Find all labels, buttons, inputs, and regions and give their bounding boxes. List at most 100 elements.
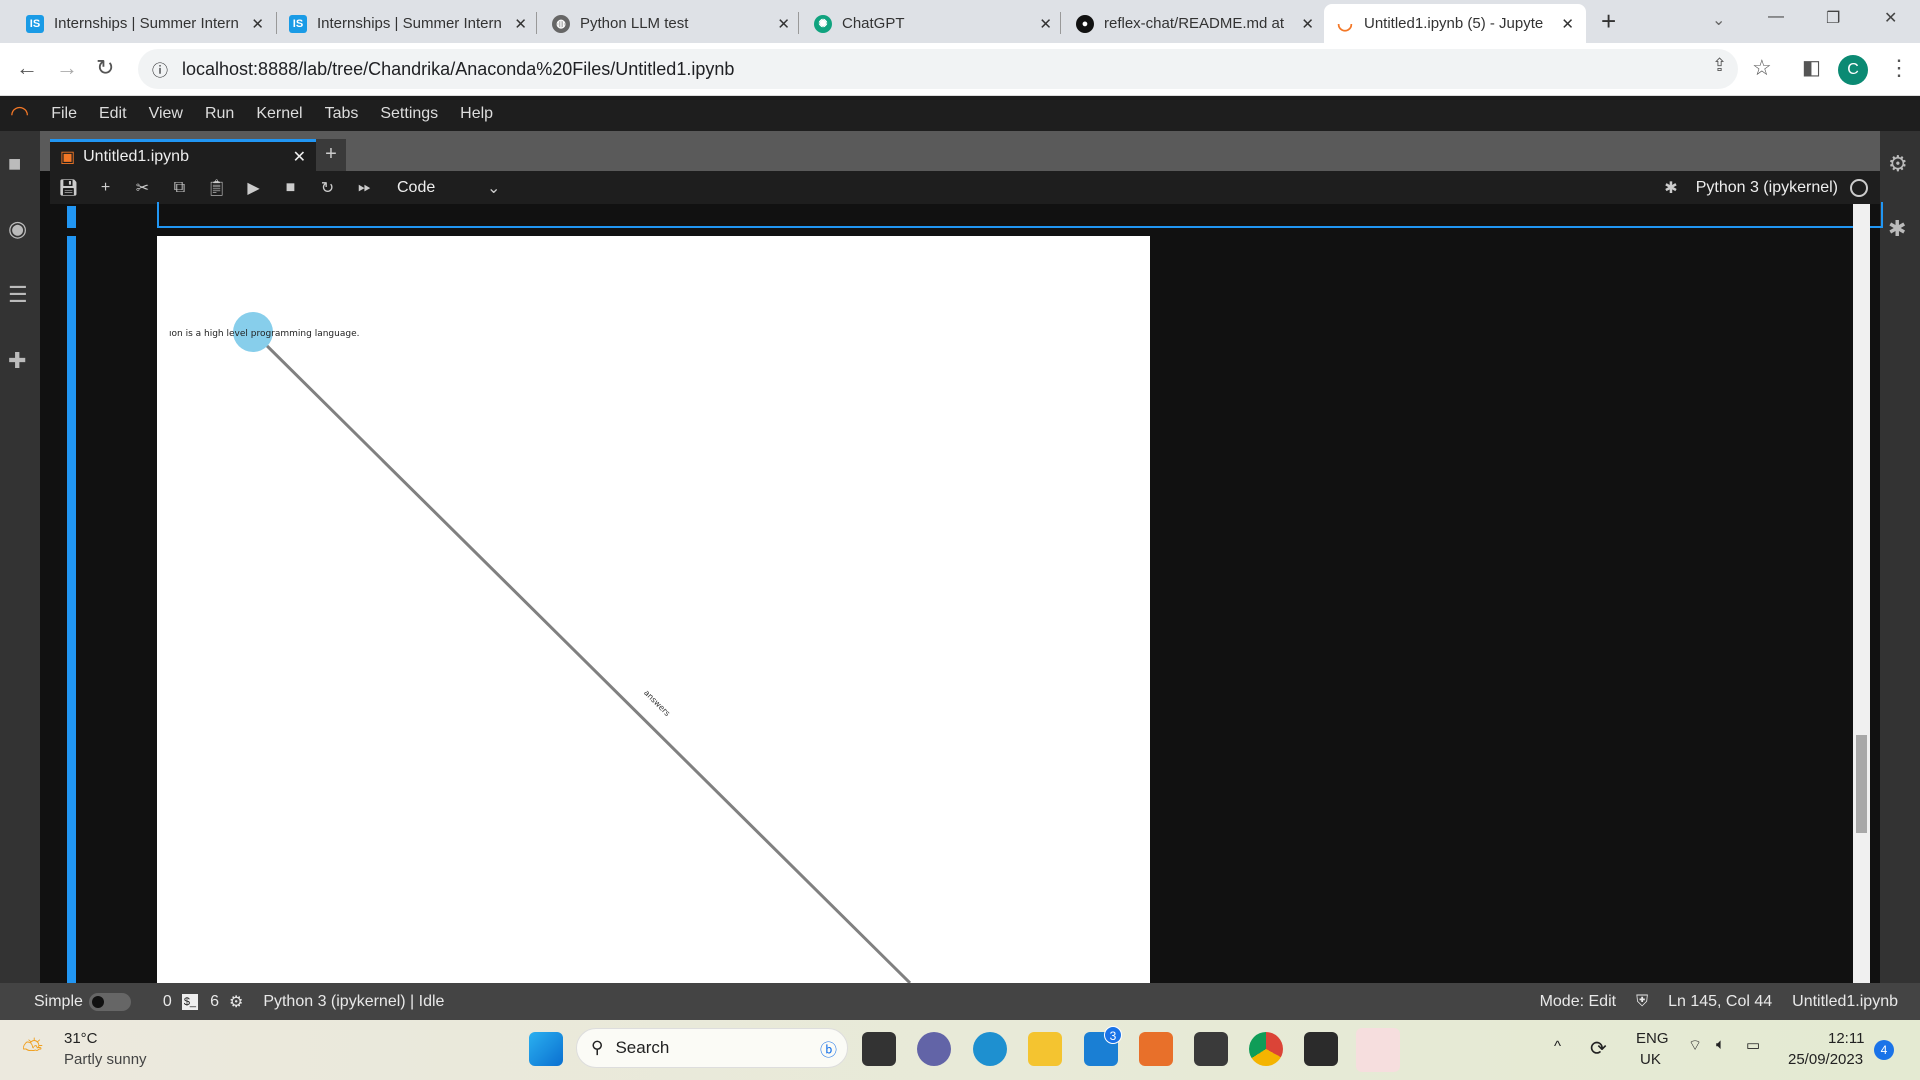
minimize-icon[interactable]: — xyxy=(1768,8,1784,26)
close-icon[interactable]: ✕ xyxy=(514,15,527,33)
cut-icon[interactable]: ✂ xyxy=(124,178,161,198)
sync-icon[interactable]: ⟳ xyxy=(1590,1036,1607,1061)
bookmark-star-icon[interactable]: ☆ xyxy=(1752,55,1772,81)
chevron-down-icon[interactable]: ⌄ xyxy=(487,178,500,198)
run-icon[interactable]: ▶ xyxy=(235,178,272,198)
close-icon[interactable]: ✕ xyxy=(251,15,264,33)
taskbar-search[interactable]: ⚲ Search ⓑ xyxy=(576,1028,848,1068)
battery-icon[interactable]: ▭ xyxy=(1746,1036,1760,1054)
simple-mode-label: Simple xyxy=(34,992,83,1010)
menu-file[interactable]: File xyxy=(51,105,77,123)
running-icon[interactable]: ◉ xyxy=(8,216,27,242)
property-inspector-icon[interactable]: ⚙ xyxy=(1888,151,1908,177)
menu-run[interactable]: Run xyxy=(205,105,234,123)
browser-tab-active[interactable]: ◡ Untitled1.ipynb (5) - Jupyte ✕ xyxy=(1324,4,1586,43)
new-launcher-button[interactable]: + xyxy=(316,139,346,171)
clock-time[interactable]: 12:11 xyxy=(1828,1030,1864,1047)
weather-icon[interactable]: ⛅︎ xyxy=(22,1034,43,1066)
scrollbar-thumb[interactable] xyxy=(1856,735,1867,833)
fast-forward-icon[interactable]: ⏩︎ xyxy=(346,179,383,197)
close-icon[interactable]: ✕ xyxy=(293,147,306,167)
restart-icon[interactable]: ↻ xyxy=(309,178,346,198)
browser-tab[interactable]: IS Internships | Summer Intern ✕ xyxy=(14,4,276,43)
tab-search-icon[interactable]: ⌄ xyxy=(1712,10,1725,30)
output-collapser[interactable] xyxy=(67,236,76,983)
menu-edit[interactable]: Edit xyxy=(99,105,127,123)
edge-icon[interactable] xyxy=(973,1032,1007,1066)
debugger-icon[interactable]: ✱ xyxy=(1888,216,1906,242)
kernel-name[interactable]: Python 3 (ipykernel) xyxy=(1696,179,1838,197)
terminal-count[interactable]: 0 xyxy=(163,993,172,1011)
notebook-tab[interactable]: ▣ Untitled1.ipynb ✕ xyxy=(50,139,316,171)
insert-cell-icon[interactable]: + xyxy=(87,179,124,197)
cell-type-select[interactable]: Code xyxy=(397,179,487,197)
reload-icon[interactable]: ↻ xyxy=(96,55,114,81)
chrome-icon[interactable] xyxy=(1249,1032,1283,1066)
language-top[interactable]: ENG xyxy=(1636,1030,1669,1047)
copy-icon[interactable]: ⧉ xyxy=(161,179,198,197)
notebook-panel: answers ıon is a high level programming … xyxy=(50,202,1883,983)
bing-icon[interactable]: ⓑ xyxy=(820,1036,837,1061)
code-cell-input[interactable] xyxy=(157,202,1883,228)
extension-icon[interactable]: ✚ xyxy=(8,348,26,374)
teams-icon[interactable] xyxy=(917,1032,951,1066)
jupyter-icon: ◡ xyxy=(1337,13,1353,33)
clock-date[interactable]: 25/09/2023 xyxy=(1788,1051,1863,1068)
more-menu-icon[interactable]: ⋮ xyxy=(1888,55,1910,81)
menu-settings[interactable]: Settings xyxy=(380,105,438,123)
cell-collapser[interactable] xyxy=(67,206,76,228)
notification-badge[interactable]: 4 xyxy=(1874,1040,1894,1060)
sublime-text-icon[interactable] xyxy=(1194,1032,1228,1066)
task-view-icon[interactable] xyxy=(862,1032,896,1066)
snipping-tool-icon[interactable] xyxy=(1356,1028,1400,1072)
new-tab-button[interactable]: + xyxy=(1601,6,1616,37)
graph-edge xyxy=(251,330,912,983)
restore-icon[interactable]: ❐ xyxy=(1826,8,1840,28)
menu-kernel[interactable]: Kernel xyxy=(256,105,302,123)
bug-icon[interactable]: ✱ xyxy=(1664,178,1677,198)
window-close-icon[interactable]: ✕ xyxy=(1884,8,1897,28)
forward-icon[interactable]: → xyxy=(56,55,78,81)
toc-icon[interactable]: ☰ xyxy=(8,282,28,308)
kernel-count[interactable]: 6 xyxy=(210,993,219,1011)
info-icon[interactable]: ⓘ xyxy=(152,57,168,81)
url-input[interactable]: ⓘ localhost:8888/lab/tree/Chandrika/Anaco… xyxy=(138,49,1738,89)
left-sidebar: ■ ◉ ☰ ✚ xyxy=(0,131,40,983)
browser-tab[interactable]: IS Internships | Summer Intern ✕ xyxy=(277,4,539,43)
menu-view[interactable]: View xyxy=(149,105,183,123)
share-icon[interactable]: ⇪ xyxy=(1712,55,1727,76)
close-icon[interactable]: ✕ xyxy=(1301,15,1314,33)
xampp-icon[interactable] xyxy=(1139,1032,1173,1066)
stop-icon[interactable]: ■ xyxy=(272,179,309,197)
browser-tab[interactable]: ✺ ChatGPT ✕ xyxy=(802,4,1064,43)
mail-icon[interactable]: 3 xyxy=(1084,1026,1122,1066)
language-bottom[interactable]: UK xyxy=(1640,1051,1661,1068)
close-icon[interactable]: ✕ xyxy=(1039,15,1052,33)
folder-icon[interactable]: ■ xyxy=(8,151,21,177)
close-icon[interactable]: ✕ xyxy=(1561,15,1574,33)
profile-avatar[interactable]: C xyxy=(1838,55,1868,85)
kernel-status[interactable]: Python 3 (ipykernel) | Idle xyxy=(263,993,444,1011)
back-icon[interactable]: ← xyxy=(16,55,38,81)
browser-tab[interactable]: ● reflex-chat/README.md at ✕ xyxy=(1064,4,1326,43)
wifi-icon[interactable]: ⌔ xyxy=(1688,1036,1702,1055)
browser-tab[interactable]: ◍ Python LLM test ✕ xyxy=(540,4,802,43)
close-icon[interactable]: ✕ xyxy=(777,15,790,33)
cursor-position[interactable]: Ln 145, Col 44 xyxy=(1668,993,1772,1011)
side-panel-icon[interactable]: ◧ xyxy=(1802,55,1821,80)
simple-mode-toggle[interactable] xyxy=(88,992,131,1011)
volume-icon[interactable]: 🔈︎ xyxy=(1716,1036,1725,1053)
scrollbar[interactable] xyxy=(1853,204,1870,983)
save-icon[interactable]: 💾︎ xyxy=(50,178,87,198)
start-icon[interactable] xyxy=(529,1032,563,1066)
terminal-app-icon[interactable] xyxy=(1304,1032,1338,1066)
tray-overflow-icon[interactable]: ^ xyxy=(1554,1038,1561,1055)
file-explorer-icon[interactable] xyxy=(1028,1032,1062,1066)
menu-help[interactable]: Help xyxy=(460,105,493,123)
menu-tabs[interactable]: Tabs xyxy=(325,105,359,123)
weather-temp[interactable]: 31°C xyxy=(64,1030,98,1047)
paste-icon[interactable]: 📋︎ xyxy=(198,178,235,198)
browser-tab-bar: IS Internships | Summer Intern ✕ IS Interns… xyxy=(0,0,1920,43)
trust-shield-icon[interactable]: ⛨ xyxy=(1636,993,1648,1011)
weather-desc[interactable]: Partly sunny xyxy=(64,1051,147,1068)
